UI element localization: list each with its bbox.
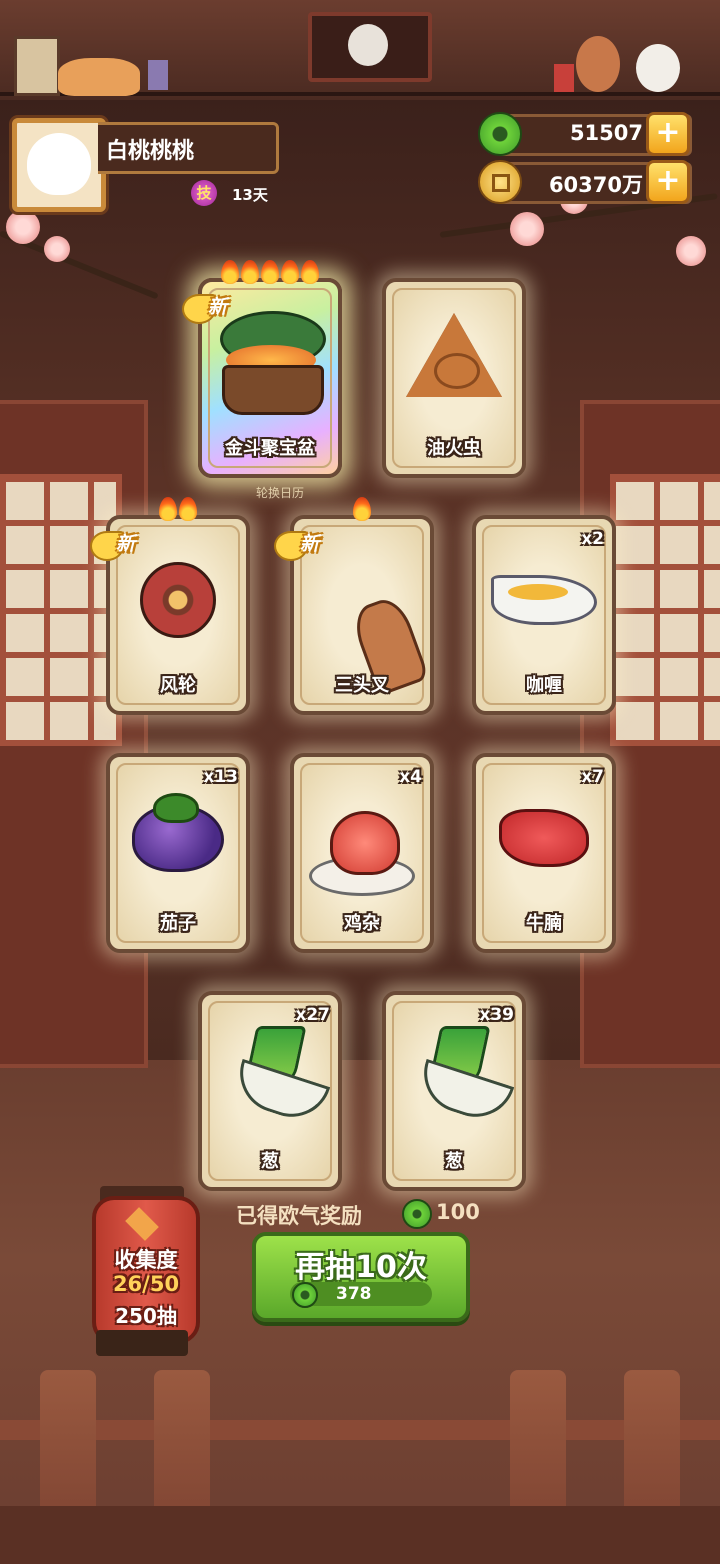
cherry-blossom xyxy=(6,210,40,244)
card-count: x27 xyxy=(295,1005,330,1025)
card-item[interactable]: 油火虫 xyxy=(382,278,526,478)
card-count: x2 xyxy=(581,529,604,549)
skill-badge[interactable]: 技 xyxy=(191,180,217,206)
jade-icon xyxy=(292,1282,318,1308)
card-name: 茄子 xyxy=(160,913,196,934)
new-badge: 新 xyxy=(182,290,274,324)
reward-label: 已得欧气奖励 xyxy=(236,1204,362,1228)
card-name: 葱 xyxy=(445,1151,463,1172)
leek-icon xyxy=(229,1025,331,1127)
lantern-ornament xyxy=(125,1207,159,1241)
card-item[interactable]: x27 葱 xyxy=(198,991,342,1191)
flame-icon xyxy=(301,260,319,284)
player-name-box: 白桃桃桃 xyxy=(98,122,279,174)
reward-value: 100 xyxy=(436,1200,480,1224)
card-count: x13 xyxy=(203,767,238,787)
add-jade-button[interactable]: + xyxy=(646,112,690,156)
jade-amount: 51507 xyxy=(569,121,643,145)
leek-icon xyxy=(413,1025,515,1127)
card-item[interactable]: 新 三头叉 xyxy=(274,497,434,715)
cherry-blossom xyxy=(676,236,706,266)
gold-coin-icon xyxy=(478,160,522,204)
card-name: 金斗聚宝盆 xyxy=(225,438,315,459)
right-window-lattice xyxy=(610,474,720,746)
flame-icon xyxy=(241,260,259,284)
collection-progress: 26/50 xyxy=(112,1272,180,1296)
wind-wheel-icon xyxy=(140,561,216,638)
card-item[interactable]: x2 咖喱 xyxy=(472,515,616,715)
card-item[interactable]: x4 鸡杂 xyxy=(290,753,434,953)
card-item[interactable]: x7 牛腩 xyxy=(472,753,616,953)
treasure-bowl-icon xyxy=(212,310,328,415)
white-cat-icon xyxy=(636,44,680,92)
gold-amount: 60370万 xyxy=(548,173,643,197)
jade-icon xyxy=(402,1199,432,1229)
jar-icon xyxy=(148,60,168,90)
triangle-cake-icon xyxy=(406,312,502,397)
card-name: 风轮 xyxy=(160,675,196,696)
card-name: 牛腩 xyxy=(526,913,562,934)
cherry-blossom xyxy=(44,236,70,262)
eggplant-icon xyxy=(132,792,224,872)
new-badge: 新 xyxy=(90,527,182,561)
curry-gravy-boat-icon xyxy=(491,574,597,625)
card-item[interactable]: 新 金斗聚宝盆 xyxy=(182,260,342,478)
card-name: 鸡杂 xyxy=(344,913,380,934)
new-badge: 新 xyxy=(274,527,366,561)
sleeping-cat-icon xyxy=(58,58,140,96)
hanging-portrait xyxy=(308,12,432,82)
left-window-lattice xyxy=(0,474,122,746)
rarity-flames xyxy=(110,497,246,526)
flame-icon xyxy=(159,497,177,521)
card-count: x7 xyxy=(581,767,604,787)
card-item[interactable]: x39 葱 xyxy=(382,991,526,1191)
grandma-cat-icon xyxy=(348,24,388,66)
scroll-frame-icon xyxy=(14,36,60,96)
flame-icon xyxy=(281,260,299,284)
collection-lantern[interactable]: 收集度 26/50 250抽 xyxy=(92,1196,200,1344)
flame-icon xyxy=(179,497,197,521)
player-name: 白桃桃桃 xyxy=(106,139,195,164)
card-name: 葱 xyxy=(261,1151,279,1172)
rarity-flames xyxy=(202,260,338,289)
card-item[interactable]: 新 风轮 xyxy=(90,497,250,715)
lantern-base xyxy=(96,1330,188,1356)
rarity-flames xyxy=(294,497,430,526)
jar-icon xyxy=(554,64,574,92)
cherry-blossom xyxy=(510,212,544,246)
card-name: 咖喱 xyxy=(526,675,562,696)
chef-character-icon xyxy=(576,36,620,92)
flame-icon xyxy=(353,497,371,521)
card-item[interactable]: x13 茄子 xyxy=(106,753,250,953)
draw-cost: 378 xyxy=(336,1284,372,1304)
card-name: 油火虫 xyxy=(427,438,481,459)
collection-label: 收集度 xyxy=(114,1248,178,1272)
add-gold-button[interactable]: + xyxy=(646,160,690,204)
jade-icon xyxy=(478,112,522,156)
flame-icon xyxy=(261,260,279,284)
card-count: x4 xyxy=(399,767,422,787)
draw-again-button[interactable]: 再抽10次 378 xyxy=(252,1232,470,1322)
chicken-giblets-icon xyxy=(309,811,415,897)
card-name: 三头叉 xyxy=(335,675,389,696)
avatar xyxy=(27,133,91,195)
beef-brisket-icon xyxy=(499,808,589,867)
draw-again-label: 再抽10次 xyxy=(295,1250,427,1285)
railing-bar xyxy=(0,1420,720,1440)
avatar-frame[interactable] xyxy=(12,118,106,212)
days-count: 13天 xyxy=(232,186,268,204)
collection-draws: 250抽 xyxy=(115,1304,177,1328)
flame-icon xyxy=(221,260,239,284)
card-count: x39 xyxy=(479,1005,514,1025)
right-door-panel xyxy=(580,400,720,1068)
floor-base xyxy=(0,1506,720,1564)
